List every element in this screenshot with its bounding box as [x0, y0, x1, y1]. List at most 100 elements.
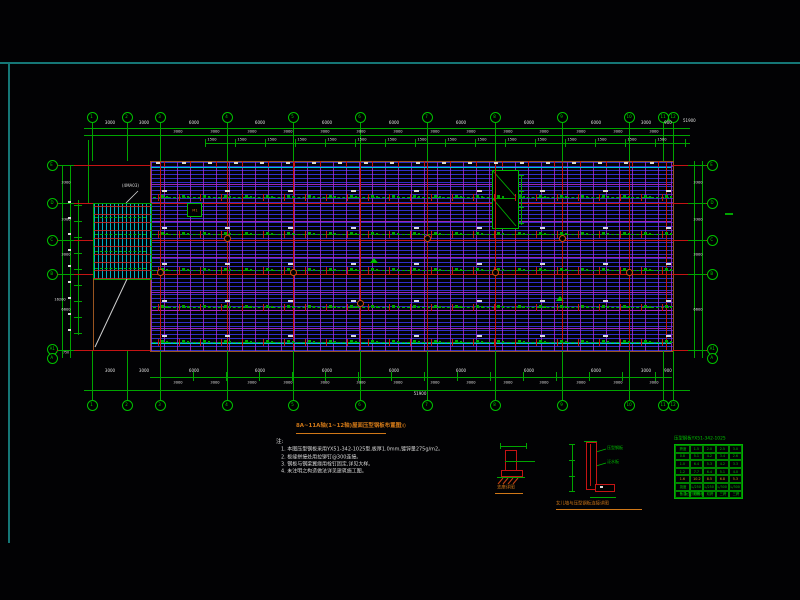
stud-mark: [187, 233, 189, 235]
stud-mark: [376, 341, 378, 343]
parapet-base-flange: [595, 484, 615, 492]
stud-mark: [334, 196, 336, 198]
stud-mark: [313, 196, 315, 198]
caption-underline: [556, 509, 642, 510]
stud-mark: [476, 232, 479, 235]
dim-tick: [74, 269, 82, 270]
edge-mark: [650, 162, 654, 164]
stud-tick: [662, 194, 663, 201]
stud-mark: [397, 233, 399, 235]
dim-tick: [424, 372, 425, 381]
stud-mark: [502, 196, 504, 198]
stud-mark: [670, 269, 672, 271]
stud-tick: [305, 304, 306, 311]
dim-label: 3000: [393, 130, 402, 134]
stud-tick: [305, 231, 306, 238]
grid-bubble-label: A1: [709, 347, 714, 351]
stud-tick: [179, 304, 180, 311]
stud-tick: [578, 339, 579, 346]
stud-mark: [292, 196, 294, 198]
grid-bubble-label: 1: [91, 403, 94, 407]
grid-bubble-label: 8: [494, 403, 497, 407]
dim-tick: [535, 139, 536, 147]
stud-tick: [263, 267, 264, 274]
dim-tick: [688, 203, 706, 204]
stud-mark: [250, 233, 252, 235]
stud-mark: [397, 306, 399, 308]
stud-mark: [544, 306, 546, 308]
detail-dim-tick: [569, 460, 575, 461]
dim-label: 6000: [321, 121, 331, 125]
stud-mark: [266, 195, 269, 198]
stud-tick: [179, 194, 180, 201]
grid-stem: [293, 123, 294, 161]
stud-mark: [539, 195, 542, 198]
stud-tick: [410, 231, 411, 238]
detail-label: 压型钢板: [607, 446, 623, 450]
dim-tick: [325, 372, 326, 381]
stud-mark: [644, 305, 647, 308]
dim-tick: [325, 139, 326, 147]
opening-diagonal: [493, 199, 516, 226]
dim-tick: [265, 139, 266, 147]
stud-mark: [502, 306, 504, 308]
column-ring-symbol: [157, 269, 164, 276]
beam-tag-mark: [477, 300, 482, 302]
stud-mark: [266, 340, 269, 343]
stud-mark: [397, 196, 399, 198]
edge-mark: [364, 162, 368, 164]
stud-mark: [523, 341, 525, 343]
dim-label: 3000: [320, 381, 329, 385]
stud-tick: [578, 267, 579, 274]
stud-tick: [536, 267, 537, 274]
dim-tick: [475, 139, 476, 147]
dim-tick: [625, 139, 626, 147]
stud-mark: [187, 341, 189, 343]
grid-stem: [427, 123, 428, 161]
stud-mark: [460, 269, 462, 271]
edge-mark: [286, 162, 290, 164]
grid-stem: [227, 351, 228, 400]
beam-tag-mark: [162, 227, 167, 229]
stud-mark: [287, 340, 290, 343]
beam-tag-mark: [351, 263, 356, 265]
stud-tick: [242, 194, 243, 201]
stud-tick: [557, 194, 558, 201]
stud-mark: [350, 232, 353, 235]
mini-mark: [68, 297, 71, 299]
stud-mark: [581, 340, 584, 343]
table-cell: L/300: [716, 483, 729, 491]
stud-tick: [200, 194, 201, 201]
stud-mark: [308, 305, 311, 308]
table-cell: 6.8: [716, 475, 729, 483]
grid-bubble-bottom: 6: [355, 400, 366, 411]
stud-mark: [355, 233, 357, 235]
stud-tick: [221, 194, 222, 201]
stud-mark: [203, 268, 206, 271]
dim-tick: [391, 372, 392, 381]
grid-bubble-label: D: [710, 201, 713, 205]
dim-label: 3000: [503, 130, 512, 134]
dim-tick: [457, 372, 458, 381]
table-cell: 1.2: [675, 468, 690, 476]
column-ring-symbol: [626, 269, 633, 276]
stud-tick: [242, 231, 243, 238]
stud-tick: [494, 339, 495, 346]
stud-mark: [287, 305, 290, 308]
stud-tick: [494, 231, 495, 238]
dim-label: 6000: [388, 121, 398, 125]
dim-tick: [193, 372, 194, 381]
detail-dim-tick: [569, 491, 575, 492]
notes-heading: 注:: [276, 439, 283, 445]
dim-tick: [160, 372, 161, 381]
dim-label: 3000: [641, 369, 651, 373]
edge-tick: [216, 161, 217, 167]
stud-mark: [292, 341, 294, 343]
detail-hatch-stroke: [508, 478, 513, 484]
dim-tick: [74, 317, 82, 318]
stud-tick: [578, 304, 579, 311]
grid-stem: [160, 123, 161, 161]
grid-stem: [673, 351, 674, 400]
grid-bubble-right: B: [707, 269, 718, 280]
stud-mark: [586, 341, 588, 343]
